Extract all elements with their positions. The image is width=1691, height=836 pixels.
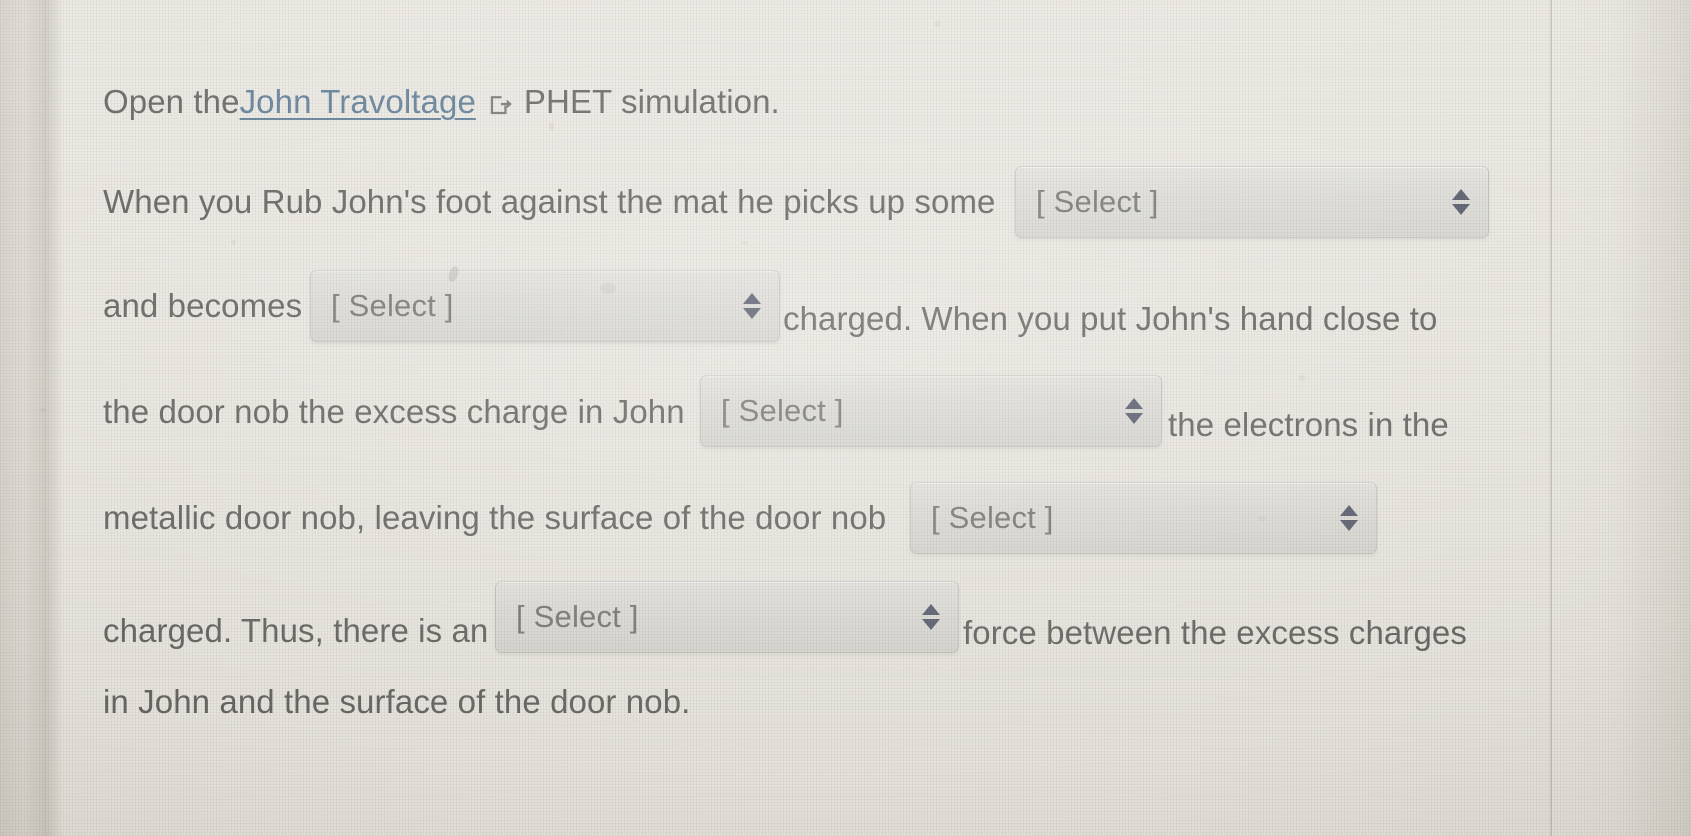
question-body: Open the John Travoltage PHET simulation…	[0, 0, 1691, 836]
line3-text-after: charged. When you put John's hand close …	[783, 300, 1438, 337]
photo-artifact	[1299, 375, 1305, 381]
select-3-value: [ Select ]	[721, 393, 844, 428]
photographed-screenshot: Open the John Travoltage PHET simulation…	[0, 0, 1691, 836]
photo-artifact	[600, 283, 616, 294]
question-line-2: When you Rub John's foot against the mat…	[103, 183, 996, 221]
line1-text-after: PHET simulation.	[523, 83, 780, 120]
select-dropdown-4[interactable]: [ Select ]	[910, 482, 1377, 554]
john-travoltage-link[interactable]: John Travoltage	[240, 83, 476, 121]
photo-artifact	[741, 241, 748, 245]
select-dropdown-1[interactable]: [ Select ]	[1015, 166, 1489, 238]
question-line-6-suffix: force between the excess charges	[963, 614, 1467, 652]
photo-artifact	[549, 122, 554, 131]
updown-stepper-icon[interactable]	[922, 604, 940, 630]
line1-text-before: Open the	[103, 83, 240, 120]
select-dropdown-2[interactable]: [ Select ]	[310, 270, 780, 342]
question-line-3-suffix: charged. When you put John's hand close …	[783, 300, 1437, 338]
select-dropdown-5[interactable]: [ Select ]	[495, 581, 959, 653]
question-line-4-prefix: the door nob the excess charge in John	[103, 393, 685, 431]
question-line-7: in John and the surface of the door nob.	[103, 683, 690, 721]
question-line-5: metallic door nob, leaving the surface o…	[103, 499, 886, 537]
select-1-value: [ Select ]	[1036, 184, 1159, 219]
line4-text-after: the electrons in the	[1168, 406, 1449, 443]
updown-stepper-icon[interactable]	[743, 293, 761, 319]
line4-text-before: the door nob the excess charge in John	[103, 393, 685, 430]
question-line-6-prefix: charged. Thus, there is an	[103, 612, 488, 650]
select-4-value: [ Select ]	[931, 500, 1054, 535]
line6-text-before: charged. Thus, there is an	[103, 612, 489, 649]
select-dropdown-3[interactable]: [ Select ]	[700, 375, 1162, 447]
select-5-value: [ Select ]	[516, 599, 639, 634]
photo-artifact	[231, 240, 236, 245]
photo-artifact	[1258, 516, 1267, 521]
updown-stepper-icon[interactable]	[1452, 189, 1470, 215]
select-2-value: [ Select ]	[331, 288, 454, 323]
line3-text-before: and becomes	[103, 287, 303, 324]
question-line-3-prefix: and becomes	[103, 287, 302, 325]
photo-artifact	[934, 20, 941, 27]
line5-text: metallic door nob, leaving the surface o…	[103, 499, 887, 536]
line7-text: in John and the surface of the door nob.	[103, 683, 691, 720]
line2-text: When you Rub John's foot against the mat…	[103, 183, 996, 220]
updown-stepper-icon[interactable]	[1340, 505, 1358, 531]
updown-stepper-icon[interactable]	[1125, 398, 1143, 424]
question-line-4-suffix: the electrons in the	[1168, 406, 1449, 444]
question-line-1: Open the John Travoltage PHET simulation…	[103, 83, 780, 121]
photo-artifact	[39, 408, 47, 412]
line6-text-after: force between the excess charges	[963, 614, 1467, 651]
external-link-icon	[488, 92, 515, 117]
